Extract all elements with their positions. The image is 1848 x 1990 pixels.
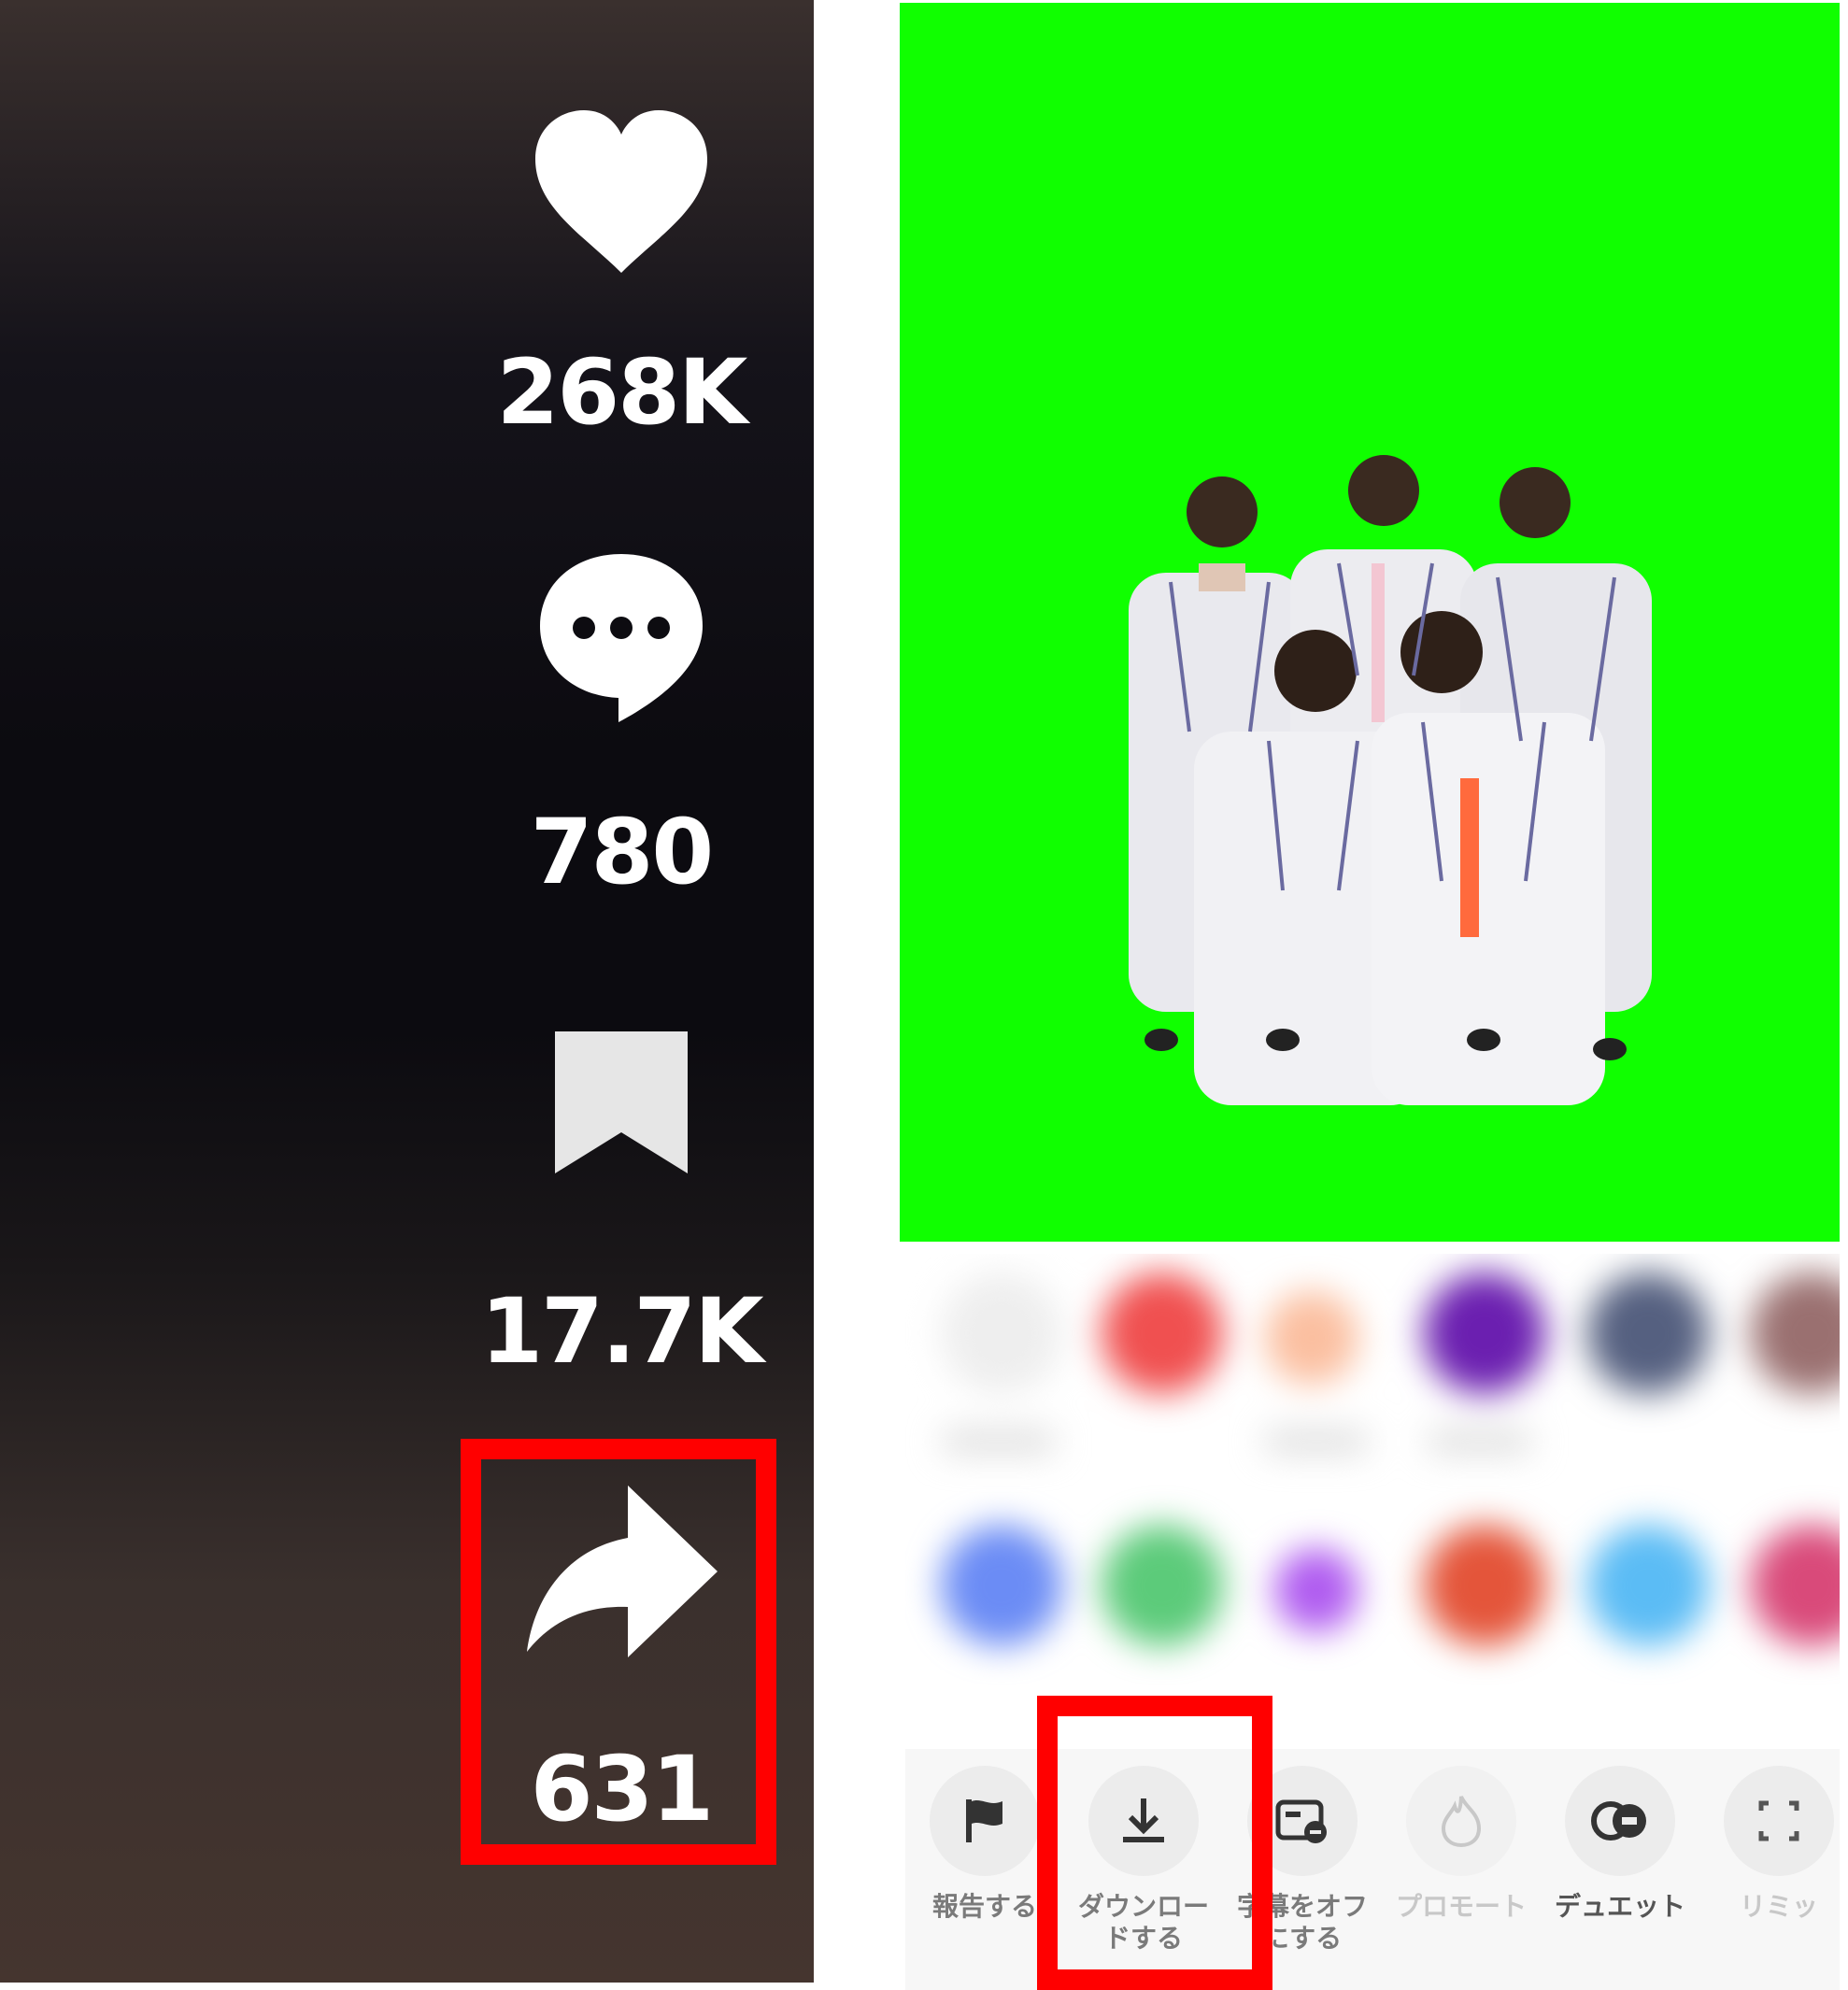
duet-label: デュエット: [1554, 1891, 1685, 1922]
share-highlight-box: [461, 1439, 776, 1865]
like-count: 268K: [496, 340, 748, 445]
share-targets-row-1: [905, 1254, 1840, 1497]
share-app-icon[interactable]: [941, 1525, 1062, 1646]
share-app-icon[interactable]: [1274, 1548, 1358, 1632]
video-preview: [900, 3, 1840, 1242]
share-app-icon[interactable]: [1751, 1525, 1840, 1646]
share-target-name: [1265, 1431, 1368, 1452]
share-target-avatar[interactable]: [1751, 1272, 1840, 1394]
stitch-label: リミッ: [1739, 1891, 1818, 1922]
share-app-icon[interactable]: [1587, 1525, 1709, 1646]
flag-icon: [930, 1766, 1040, 1876]
share-app-icon[interactable]: [1102, 1525, 1223, 1646]
comment-count: 780: [530, 800, 714, 904]
download-highlight-box: [1037, 1696, 1272, 1990]
share-target-name: [1429, 1431, 1531, 1452]
duet-icon: [1565, 1766, 1675, 1876]
promote-label: プロモート: [1395, 1891, 1527, 1922]
share-app-icon[interactable]: [1424, 1525, 1545, 1646]
share-target-avatar[interactable]: [1102, 1272, 1223, 1394]
favorite-count: 17.7K: [480, 1279, 763, 1384]
flame-icon: [1406, 1766, 1516, 1876]
stitch-icon: [1724, 1766, 1834, 1876]
heart-icon[interactable]: [505, 105, 738, 277]
share-target-avatar[interactable]: [1587, 1272, 1709, 1394]
share-target-avatar[interactable]: [941, 1272, 1062, 1394]
bookmark-icon[interactable]: [505, 1028, 738, 1177]
comment-icon[interactable]: [505, 547, 738, 724]
share-target-avatar[interactable]: [1265, 1291, 1358, 1385]
group-photo-image: [1129, 455, 1652, 1105]
share-target-avatar[interactable]: [1424, 1272, 1545, 1394]
share-target-name: [943, 1431, 1055, 1452]
